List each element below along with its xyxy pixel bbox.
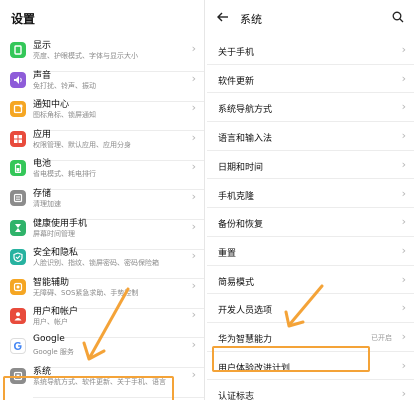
settings-item-subtitle: Google 服务 bbox=[33, 348, 74, 356]
chevron-right-icon: › bbox=[401, 157, 406, 171]
chevron-right-icon: › bbox=[191, 249, 196, 263]
chevron-right-icon: › bbox=[191, 278, 196, 292]
settings-item-label: 安全和隐私 bbox=[33, 248, 79, 259]
battery-icon bbox=[10, 160, 26, 177]
settings-item-label: 显示 bbox=[33, 41, 52, 51]
settings-item-subtitle: 无障碍、SOS紧急求助、手势控制 bbox=[33, 288, 139, 297]
settings-item-label: 电池 bbox=[33, 159, 52, 170]
system-item-label: 用户体验改进计划 bbox=[218, 363, 291, 374]
google-icon bbox=[10, 338, 26, 354]
settings-item-subtitle: 权限管理、默认应用、应用分身 bbox=[33, 140, 131, 149]
system-title: 系统 bbox=[240, 13, 262, 26]
system-item-0[interactable]: 关于手机 › bbox=[207, 36, 414, 65]
display-icon bbox=[10, 42, 26, 58]
chevron-right-icon: › bbox=[191, 130, 196, 144]
system-item-label: 认证标志 bbox=[218, 392, 255, 400]
system-item-11[interactable]: 用户体验改进计划 › bbox=[207, 352, 414, 381]
system-item-label: 语言和输入法 bbox=[218, 134, 273, 145]
settings-item-subtitle: 系统导航方式、软件更新、关于手机、语言 bbox=[33, 377, 166, 386]
user-icon bbox=[10, 308, 26, 325]
chevron-right-icon: › bbox=[401, 330, 406, 343]
chevron-right-icon: › bbox=[191, 101, 196, 115]
settings-item-11[interactable]: 系统 系统导航方式、软件更新、关于手机、语言 › bbox=[0, 362, 204, 398]
settings-item-subtitle: 免打扰、铃声、振动 bbox=[33, 81, 96, 90]
system-item-label: 简易模式 bbox=[218, 277, 255, 288]
system-item-label: 重置 bbox=[218, 248, 237, 259]
chevron-right-icon: › bbox=[191, 308, 196, 322]
hourglass-icon bbox=[10, 219, 26, 236]
chevron-right-icon: › bbox=[401, 387, 406, 400]
chevron-right-icon: › bbox=[191, 160, 196, 174]
sound-icon bbox=[10, 71, 26, 88]
chevron-right-icon: › bbox=[191, 71, 196, 85]
chevron-right-icon: › bbox=[191, 338, 196, 351]
settings-item-subtitle: 亮度、护眼模式、字体与显示大小 bbox=[33, 52, 138, 60]
apps-icon bbox=[10, 130, 26, 147]
system-item-6[interactable]: 备份和恢复 › bbox=[207, 208, 414, 237]
settings-item-subtitle: 图标角标、锁屏通知 bbox=[33, 111, 96, 120]
system-item-8[interactable]: 简易模式 › bbox=[207, 266, 414, 295]
settings-item-subtitle: 人脸识别、指纹、锁屏密码、密码保险箱 bbox=[33, 259, 159, 268]
assist-icon bbox=[10, 278, 26, 295]
system-item-label: 开发人员选项 bbox=[218, 306, 273, 317]
system-item-label: 手机克隆 bbox=[218, 191, 255, 202]
chevron-right-icon: › bbox=[401, 301, 406, 315]
system-item-12[interactable]: 认证标志 › bbox=[207, 380, 414, 400]
settings-item-label: 系统 bbox=[33, 366, 52, 377]
chevron-right-icon: › bbox=[401, 129, 406, 143]
settings-item-subtitle: 清理加速 bbox=[33, 200, 61, 208]
chevron-right-icon: › bbox=[401, 215, 406, 229]
system-item-3[interactable]: 语言和输入法 › bbox=[207, 122, 414, 151]
system-item-label: 日期和时间 bbox=[218, 162, 264, 173]
security-icon bbox=[10, 249, 26, 266]
back-arrow-icon[interactable] bbox=[217, 11, 229, 23]
system-item-5[interactable]: 手机克隆 › bbox=[207, 180, 414, 209]
storage-icon bbox=[10, 190, 26, 206]
settings-item-label: 应用 bbox=[33, 129, 52, 140]
system-item-label: 备份和恢复 bbox=[218, 220, 264, 231]
settings-item-label: 存储 bbox=[33, 189, 52, 199]
search-icon[interactable] bbox=[392, 11, 404, 23]
chevron-right-icon: › bbox=[401, 186, 406, 200]
system-item-4[interactable]: 日期和时间 › bbox=[207, 151, 414, 180]
settings-item-subtitle: 省电模式、耗电排行 bbox=[33, 170, 96, 179]
system-panel: 系统 关于手机 › 软件更新 › 系统导航方式 › 语言和输入法 › 日期和时间 › 手机克隆 › 备份… bbox=[207, 0, 414, 400]
chevron-right-icon: › bbox=[401, 243, 406, 257]
chevron-right-icon: › bbox=[191, 219, 196, 233]
settings-item-label: Google bbox=[33, 334, 65, 344]
system-item-label: 系统导航方式 bbox=[218, 105, 273, 116]
settings-panel: 设置 显示 亮度、护眼模式、字体与显示大小 › 声音 免打扰、铃声、振动 › 通知中心 图标角… bbox=[0, 0, 205, 400]
settings-title: 设置 bbox=[11, 12, 36, 26]
settings-item-subtitle: 屏幕时间管理 bbox=[33, 229, 75, 238]
system-item-10[interactable]: 华为智慧能力 已开启 › bbox=[207, 323, 414, 352]
chevron-right-icon: › bbox=[401, 71, 406, 85]
settings-item-subtitle: 用户、帐户 bbox=[33, 318, 68, 327]
chevron-right-icon: › bbox=[401, 272, 406, 286]
system-header: 系统 bbox=[207, 0, 414, 36]
chevron-right-icon: › bbox=[191, 367, 196, 381]
settings-item-label: 声音 bbox=[33, 70, 52, 81]
system-item-7[interactable]: 重置 › bbox=[207, 237, 414, 266]
system-item-label: 软件更新 bbox=[218, 76, 255, 87]
chevron-right-icon: › bbox=[401, 100, 406, 114]
settings-item-label: 健康使用手机 bbox=[33, 218, 88, 229]
divider bbox=[33, 396, 204, 398]
system-icon bbox=[10, 367, 26, 384]
settings-item-label: 用户和帐户 bbox=[33, 307, 79, 318]
system-item-label: 关于手机 bbox=[218, 48, 255, 58]
chevron-right-icon: › bbox=[191, 190, 196, 203]
chevron-right-icon: › bbox=[401, 43, 406, 56]
system-item-label: 华为智慧能力 bbox=[218, 335, 273, 345]
system-item-1[interactable]: 软件更新 › bbox=[207, 65, 414, 94]
notification-icon bbox=[10, 101, 26, 118]
settings-item-label: 智能辅助 bbox=[33, 277, 70, 288]
chevron-right-icon: › bbox=[191, 42, 196, 55]
system-item-2[interactable]: 系统导航方式 › bbox=[207, 93, 414, 123]
system-item-9[interactable]: 开发人员选项 › bbox=[207, 294, 414, 323]
settings-item-label: 通知中心 bbox=[33, 100, 70, 111]
chevron-right-icon: › bbox=[401, 358, 406, 372]
system-item-value: 已开启 bbox=[371, 334, 392, 342]
